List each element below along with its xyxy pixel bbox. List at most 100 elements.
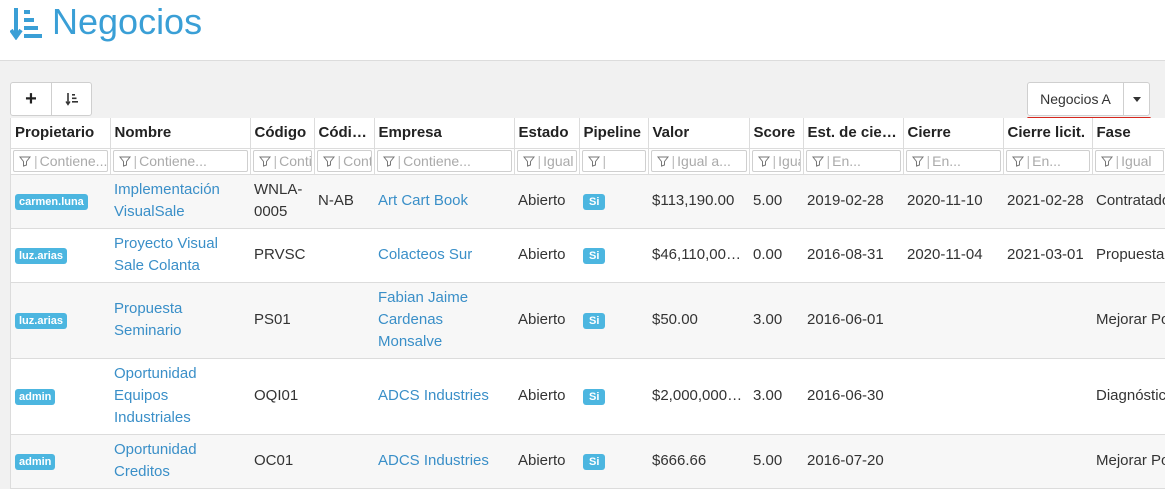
owner-badge: luz.arias [15, 248, 68, 264]
view-selector-dropdown[interactable] [1124, 83, 1149, 115]
column-header[interactable]: Pipeline [579, 118, 649, 149]
deal-value: $50.00 [652, 311, 698, 328]
column-header[interactable]: Código... [314, 118, 375, 149]
deal-code: PRVSC [250, 228, 314, 283]
filter-input[interactable]: |Igual [516, 150, 577, 172]
close-date: 2020-11-04 [903, 228, 1003, 283]
deal-code2 [314, 434, 374, 489]
filter-input[interactable]: |Igual [1094, 150, 1164, 172]
owner-badge: admin [15, 454, 56, 470]
table-row[interactable]: admin Oportunidad Creditos OC01 ADCS Ind… [11, 434, 1165, 489]
est-close-date: 2019-02-28 [803, 174, 903, 229]
close-bid-date: 2021-03-01 [1003, 228, 1092, 283]
company-link[interactable]: Fabian Jaime Cardenas Monsalve [378, 289, 468, 350]
column-header[interactable]: Propietario [11, 118, 111, 149]
table-row[interactable]: luz.arias Proyecto Visual Sale Colanta P… [11, 228, 1165, 283]
company-link[interactable]: ADCS Industries [378, 387, 489, 404]
filter-icon [911, 156, 924, 167]
close-bid-date [1003, 282, 1092, 359]
pipeline-badge: Si [583, 389, 606, 405]
column-header[interactable]: Est. de cierre [803, 118, 904, 149]
sort-icon [64, 93, 78, 106]
filter-input[interactable]: | En... [1005, 150, 1090, 172]
deal-score: 3.00 [749, 358, 803, 435]
sort-button[interactable] [51, 83, 91, 115]
deal-name-link[interactable]: Implementación VisualSale [114, 181, 220, 220]
company-link[interactable]: ADCS Industries [378, 452, 489, 469]
deal-phase: Mejorar Pos [1092, 434, 1165, 489]
deal-phase: Mejorar Pos [1092, 282, 1165, 359]
page-title: Negocios [52, 1, 203, 42]
filter-input[interactable]: | Igual a... [650, 150, 747, 172]
pipeline-badge: Si [583, 313, 606, 329]
view-selector-label[interactable]: Negocios A [1028, 83, 1124, 115]
filter-input[interactable]: | En... [805, 150, 901, 172]
close-date [903, 282, 1003, 359]
column-header[interactable]: Cierre [903, 118, 1004, 149]
deal-name-link[interactable]: Propuesta Seminario [114, 300, 182, 339]
deal-name-link[interactable]: Proyecto Visual Sale Colanta [114, 235, 218, 274]
header-row: Propietario Nombre Código Código... Empr… [11, 118, 1165, 149]
toolbar: + [10, 82, 92, 116]
deal-name-link[interactable]: Oportunidad Creditos [114, 441, 197, 480]
company-link[interactable]: Colacteos Sur [378, 246, 472, 263]
owner-badge: admin [15, 389, 56, 405]
column-header[interactable]: Valor [648, 118, 750, 149]
view-selector[interactable]: Negocios A [1027, 82, 1150, 116]
add-button[interactable]: + [11, 83, 51, 115]
company-link[interactable]: Art Cart Book [378, 192, 468, 209]
deal-value: $666.66 [652, 452, 707, 469]
table-row[interactable]: carmen.luna Implementación VisualSale WN… [11, 174, 1165, 229]
est-close-date: 2016-08-31 [803, 228, 903, 283]
deal-score: 5.00 [749, 174, 803, 229]
filter-input[interactable]: | En... [905, 150, 1001, 172]
deal-code: PS01 [250, 282, 314, 359]
filter-icon [18, 156, 32, 167]
filter-input[interactable]: | [581, 150, 646, 172]
column-header[interactable]: Score [749, 118, 804, 149]
column-header[interactable]: Nombre [110, 118, 251, 149]
deal-code2 [314, 282, 374, 359]
deal-phase: Contratado [1092, 174, 1165, 229]
est-close-date: 2016-07-20 [803, 434, 903, 489]
filter-input[interactable]: |Contiene... [316, 150, 372, 172]
column-header[interactable]: Empresa [374, 118, 515, 149]
column-header[interactable]: Código [250, 118, 315, 149]
filter-input[interactable]: |Contiene... [376, 150, 512, 172]
column-header[interactable]: Fase [1092, 118, 1165, 149]
deal-name-link[interactable]: Oportunidad Equipos Industriales [114, 365, 197, 426]
deal-phase: Propuesta Recibida [1092, 228, 1165, 283]
close-date [903, 434, 1003, 489]
filter-icon [587, 156, 600, 167]
filter-input[interactable]: |Igual [751, 150, 801, 172]
deal-status: Abierto [514, 358, 579, 435]
deal-code2: N-AB [314, 174, 374, 229]
close-bid-date [1003, 358, 1092, 435]
filter-icon [118, 156, 131, 167]
deal-score: 5.00 [749, 434, 803, 489]
deal-code: WNLA-0005 [250, 174, 314, 229]
filter-icon [322, 156, 335, 167]
deal-value: $46,110,000.00 [652, 246, 745, 263]
table-row[interactable]: admin Oportunidad Equipos Industriales O… [11, 358, 1165, 435]
deal-code: OC01 [250, 434, 314, 489]
close-bid-date [1003, 434, 1092, 489]
owner-badge: luz.arias [15, 313, 68, 329]
filter-row: |Contiene... |Contiene... |Contiene... |… [11, 148, 1165, 175]
filter-input[interactable]: |Contiene... [13, 150, 108, 172]
page-header: Negocios [0, 0, 1165, 61]
column-header[interactable]: Estado [514, 118, 580, 149]
column-header[interactable]: Cierre licit. [1003, 118, 1093, 149]
deals-grid: Propietario Nombre Código Código... Empr… [10, 118, 1165, 489]
filter-input[interactable]: |Contiene... [252, 150, 312, 172]
pipeline-badge: Si [583, 194, 606, 210]
filter-icon [522, 156, 535, 167]
deal-value: $113,190.00 [652, 192, 735, 209]
table-row[interactable]: luz.arias Propuesta Seminario PS01 Fabia… [11, 282, 1165, 359]
filter-input[interactable]: |Contiene... [112, 150, 248, 172]
filter-icon [382, 156, 395, 167]
deal-status: Abierto [514, 282, 579, 359]
deal-status: Abierto [514, 174, 579, 229]
deal-phase: Diagnóstico [1092, 358, 1165, 435]
plus-icon: + [25, 88, 37, 110]
